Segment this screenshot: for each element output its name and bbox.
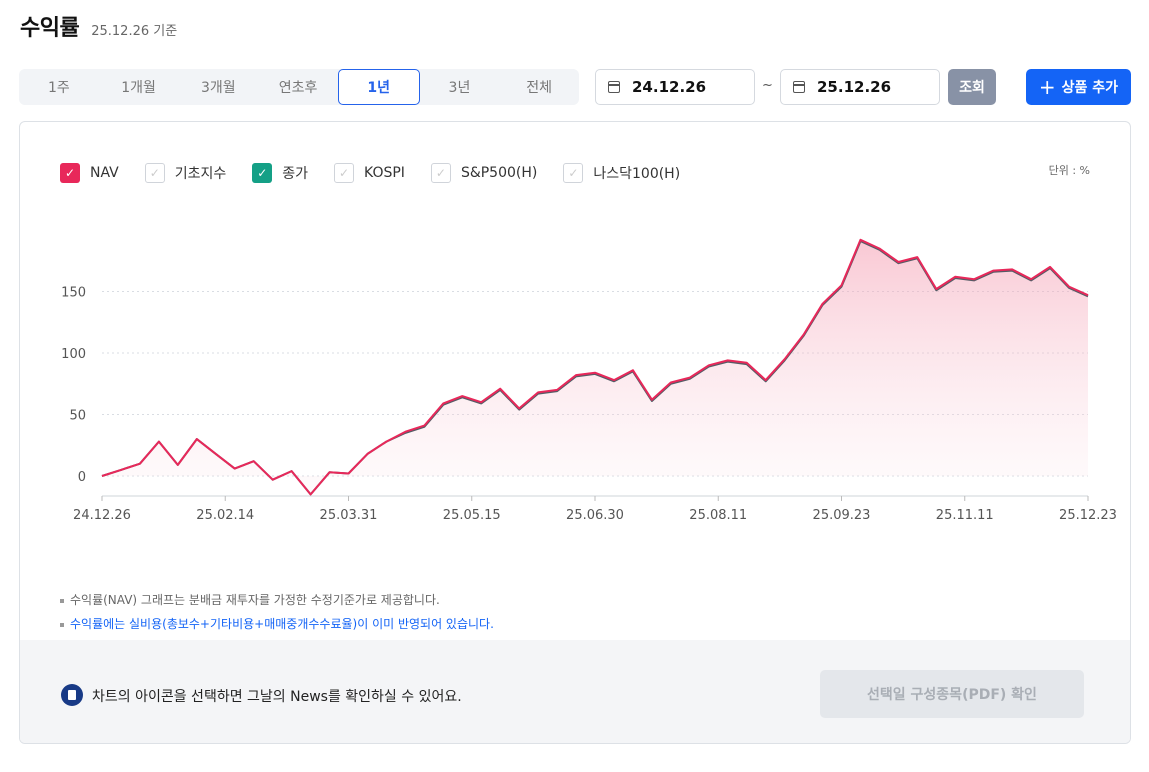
footer-bar: 차트의 아이콘을 선택하면 그날의 News를 확인하실 수 있어요. 선택일 … xyxy=(20,640,1130,743)
end-date-field[interactable]: 25.12.26 xyxy=(780,69,940,105)
y-tick-label: 150 xyxy=(61,286,86,301)
news-hint: 차트의 아이콘을 선택하면 그날의 News를 확인하실 수 있어요. xyxy=(92,689,462,705)
start-date-value: 24.12.26 xyxy=(632,78,707,96)
news-icon xyxy=(61,684,83,706)
x-tick-label: 25.02.14 xyxy=(196,508,254,523)
y-tick-label: 50 xyxy=(69,409,86,424)
tab-1w[interactable]: 1주 xyxy=(19,69,99,105)
x-tick-label: 25.03.31 xyxy=(320,508,378,523)
calendar-icon xyxy=(793,81,805,93)
y-tick-label: 100 xyxy=(61,347,86,362)
x-tick-label: 25.11.11 xyxy=(936,508,994,523)
x-tick-label: 25.05.15 xyxy=(443,508,501,523)
date-separator: ~ xyxy=(762,78,773,93)
chart-notes: 수익률(NAV) 그래프는 분배금 재투자를 가정한 수정기준가로 제공합니다.… xyxy=(60,588,494,636)
return-chart[interactable]: 0 50 100 150 24.12.26 25.02.14 25.03.31 25.05.1… xyxy=(20,122,1130,572)
page-title: 수익률 xyxy=(20,16,80,41)
note-2: 수익률에는 실비용(총보수+기타비용+매매중개수수료율)이 이미 반영되어 있습… xyxy=(60,612,494,636)
x-tick-label: 25.09.23 xyxy=(813,508,871,523)
tab-3y[interactable]: 3년 xyxy=(420,69,500,105)
pdf-holdings-button[interactable]: 선택일 구성종목(PDF) 확인 xyxy=(820,670,1084,718)
search-button[interactable]: 조회 xyxy=(948,69,996,105)
tab-1m[interactable]: 1개월 xyxy=(99,69,179,105)
x-tick-label: 24.12.26 xyxy=(73,508,131,523)
plus-icon: + xyxy=(1038,75,1056,99)
period-tabs: 1주 1개월 3개월 연초후 1년 3년 전체 xyxy=(19,69,579,105)
tab-1y[interactable]: 1년 xyxy=(337,69,420,105)
x-tick-label: 25.06.30 xyxy=(566,508,624,523)
tab-ytd[interactable]: 연초후 xyxy=(258,69,338,105)
page-header: 수익률 25.12.26 기준 xyxy=(20,10,177,44)
add-product-button[interactable]: + 상품 추가 xyxy=(1026,69,1131,105)
chart-panel: ✓ NAV ✓ 기초지수 ✓ 종가 ✓ KOSPI ✓ S&P500(H) ✓ … xyxy=(19,121,1131,744)
add-product-label: 상품 추가 xyxy=(1061,80,1119,96)
y-tick-label: 0 xyxy=(78,470,86,485)
x-tick-label: 25.12.23 xyxy=(1059,508,1117,523)
x-tick-label: 25.08.11 xyxy=(689,508,747,523)
calendar-icon xyxy=(608,81,620,93)
start-date-field[interactable]: 24.12.26 xyxy=(595,69,755,105)
nav-area xyxy=(102,239,1088,495)
end-date-value: 25.12.26 xyxy=(817,78,892,96)
as-of-date: 25.12.26 기준 xyxy=(91,24,178,39)
note-1: 수익률(NAV) 그래프는 분배금 재투자를 가정한 수정기준가로 제공합니다. xyxy=(60,588,494,612)
tab-all[interactable]: 전체 xyxy=(499,69,579,105)
tab-3m[interactable]: 3개월 xyxy=(178,69,258,105)
